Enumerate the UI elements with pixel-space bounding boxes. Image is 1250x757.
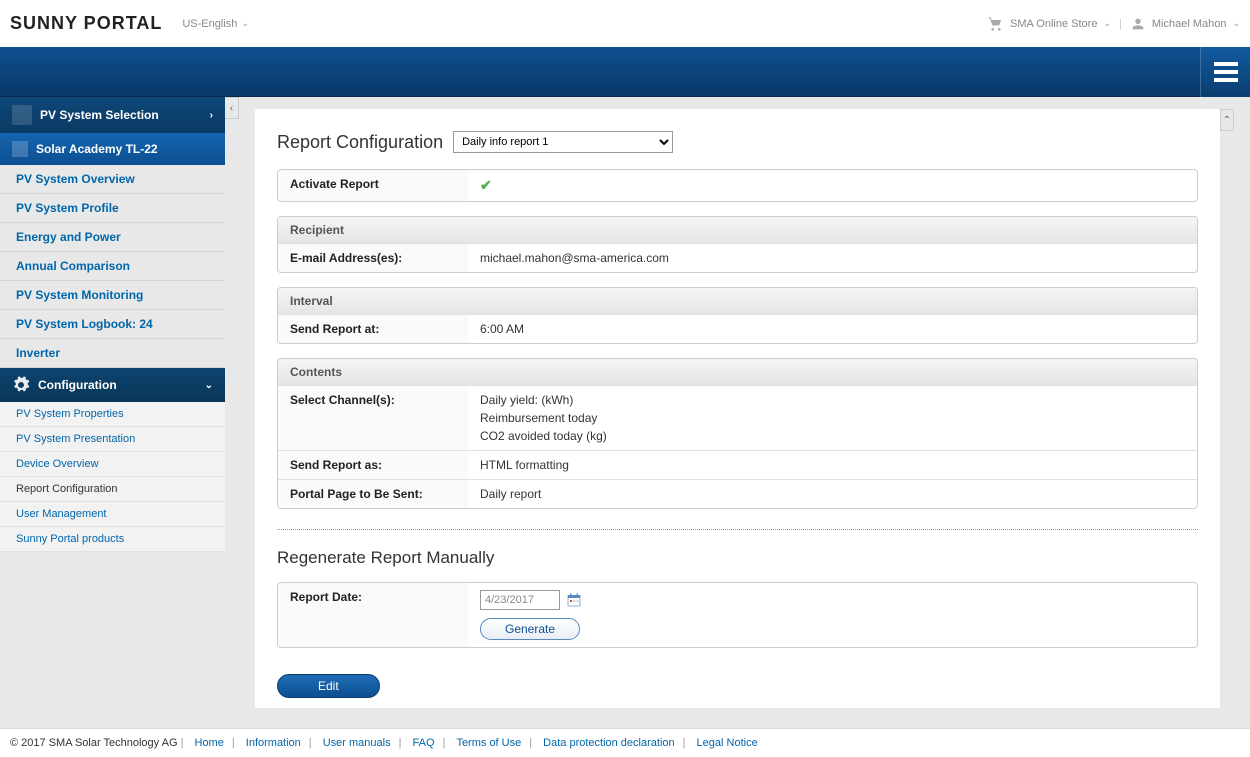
top-header: SUNNY PORTAL US-English ⌄ SMA Online Sto… [0,0,1250,47]
checkmark-icon: ✔ [480,177,492,193]
sidebar-item-inverter[interactable]: Inverter [0,339,225,368]
contents-header: Contents [278,359,1197,385]
edit-button[interactable]: Edit [277,674,380,698]
send-as-value: HTML formatting [468,450,1197,479]
report-date-label: Report Date: [278,583,468,647]
chevron-down-icon: ⌄ [241,18,249,29]
chevron-right-icon: › [210,110,213,121]
divider [277,529,1198,530]
send-at-label: Send Report at: [278,314,468,343]
footer-link-home[interactable]: Home [195,737,224,749]
generate-button[interactable]: Generate [480,618,580,640]
sidebar-item-overview[interactable]: PV System Overview [0,165,225,194]
store-link[interactable]: SMA Online Store ⌄ [988,16,1111,32]
sidebar: ‹ PV System Selection › Solar Academy TL… [0,97,225,728]
sidebar-subitem-presentation[interactable]: PV System Presentation [0,427,225,452]
sidebar-subitem-device-overview[interactable]: Device Overview [0,452,225,477]
stack-icon [12,105,32,125]
channel-item: Reimbursement today [480,411,1185,425]
logo: SUNNY PORTAL [10,13,162,34]
email-label: E-mail Address(es): [278,243,468,272]
send-as-label: Send Report as: [278,450,468,479]
recipient-header: Recipient [278,217,1197,243]
system-icon [12,141,28,157]
user-icon [1130,16,1146,32]
user-name: Michael Mahon [1152,18,1227,30]
pv-system-selection-header[interactable]: PV System Selection › [0,97,225,133]
footer-link-terms[interactable]: Terms of Use [456,737,521,749]
footer-link-manuals[interactable]: User manuals [323,737,391,749]
portal-page-label: Portal Page to Be Sent: [278,479,468,508]
footer: © 2017 SMA Solar Technology AG | Home| I… [0,728,1250,757]
cart-icon [988,16,1004,32]
footer-link-info[interactable]: Information [246,737,301,749]
selected-system-label: Solar Academy TL-22 [36,142,158,156]
sidebar-item-energy[interactable]: Energy and Power [0,223,225,252]
sidebar-item-monitoring[interactable]: PV System Monitoring [0,281,225,310]
pv-selection-label: PV System Selection [40,108,159,122]
chevron-down-icon: ⌄ [205,380,213,391]
header-right: SMA Online Store ⌄ | Michael Mahon ⌄ [988,16,1240,32]
channels-label: Select Channel(s): [278,385,468,450]
sidebar-subitem-user-mgmt[interactable]: User Management [0,502,225,527]
gear-icon [12,376,30,394]
content-card: ⌃ Report Configuration Daily info report… [255,109,1220,708]
language-selector[interactable]: US-English ⌄ [182,18,249,30]
report-date-cell: Generate [468,583,1197,647]
footer-link-faq[interactable]: FAQ [413,737,435,749]
configuration-header[interactable]: Configuration ⌄ [0,368,225,402]
hamburger-menu-button[interactable] [1200,47,1250,97]
report-date-input[interactable] [480,590,560,610]
config-header-label: Configuration [38,378,117,392]
channel-item: CO2 avoided today (kg) [480,429,1185,443]
sidebar-subitem-products[interactable]: Sunny Portal products [0,527,225,552]
chevron-down-icon: ⌄ [1232,18,1240,29]
sidebar-item-annual[interactable]: Annual Comparison [0,252,225,281]
divider: | [1119,18,1122,30]
portal-page-value: Daily report [468,479,1197,508]
activate-table: Activate Report ✔ [277,169,1198,202]
activate-label: Activate Report [278,170,468,201]
sidebar-item-profile[interactable]: PV System Profile [0,194,225,223]
email-value: michael.mahon@sma-america.com [468,243,1197,272]
page-title: Report Configuration [277,132,443,153]
report-select[interactable]: Daily info report 1 [453,131,673,153]
user-menu[interactable]: Michael Mahon ⌄ [1130,16,1240,32]
store-label: SMA Online Store [1010,18,1097,30]
regen-table: Report Date: Generate [277,582,1198,648]
blue-nav-band [0,47,1250,97]
sidebar-subitem-properties[interactable]: PV System Properties [0,402,225,427]
chevron-down-icon: ⌄ [1103,18,1111,29]
regen-title: Regenerate Report Manually [277,548,1198,568]
recipient-table: Recipient E-mail Address(es): michael.ma… [277,216,1198,273]
footer-link-data[interactable]: Data protection declaration [543,737,674,749]
selected-system[interactable]: Solar Academy TL-22 [0,133,225,165]
copyright: © 2017 SMA Solar Technology AG [10,737,178,749]
sidebar-subitem-report-config[interactable]: Report Configuration [0,477,225,502]
content-collapse-button[interactable]: ⌃ [1220,109,1234,131]
channels-value: Daily yield: (kWh) Reimbursement today C… [468,385,1197,450]
language-label: US-English [182,18,237,30]
interval-table: Interval Send Report at: 6:00 AM [277,287,1198,344]
hamburger-icon [1214,62,1238,82]
channel-item: Daily yield: (kWh) [480,393,1185,407]
calendar-icon[interactable] [565,591,583,609]
send-at-value: 6:00 AM [468,314,1197,343]
body: ‹ PV System Selection › Solar Academy TL… [0,97,1250,728]
footer-link-legal[interactable]: Legal Notice [697,737,758,749]
interval-header: Interval [278,288,1197,314]
main-content: ⌃ Report Configuration Daily info report… [225,97,1250,728]
activate-value: ✔ [468,170,1197,201]
contents-table: Contents Select Channel(s): Daily yield:… [277,358,1198,509]
title-row: Report Configuration Daily info report 1 [277,131,1198,153]
sidebar-item-logbook[interactable]: PV System Logbook: 24 [0,310,225,339]
